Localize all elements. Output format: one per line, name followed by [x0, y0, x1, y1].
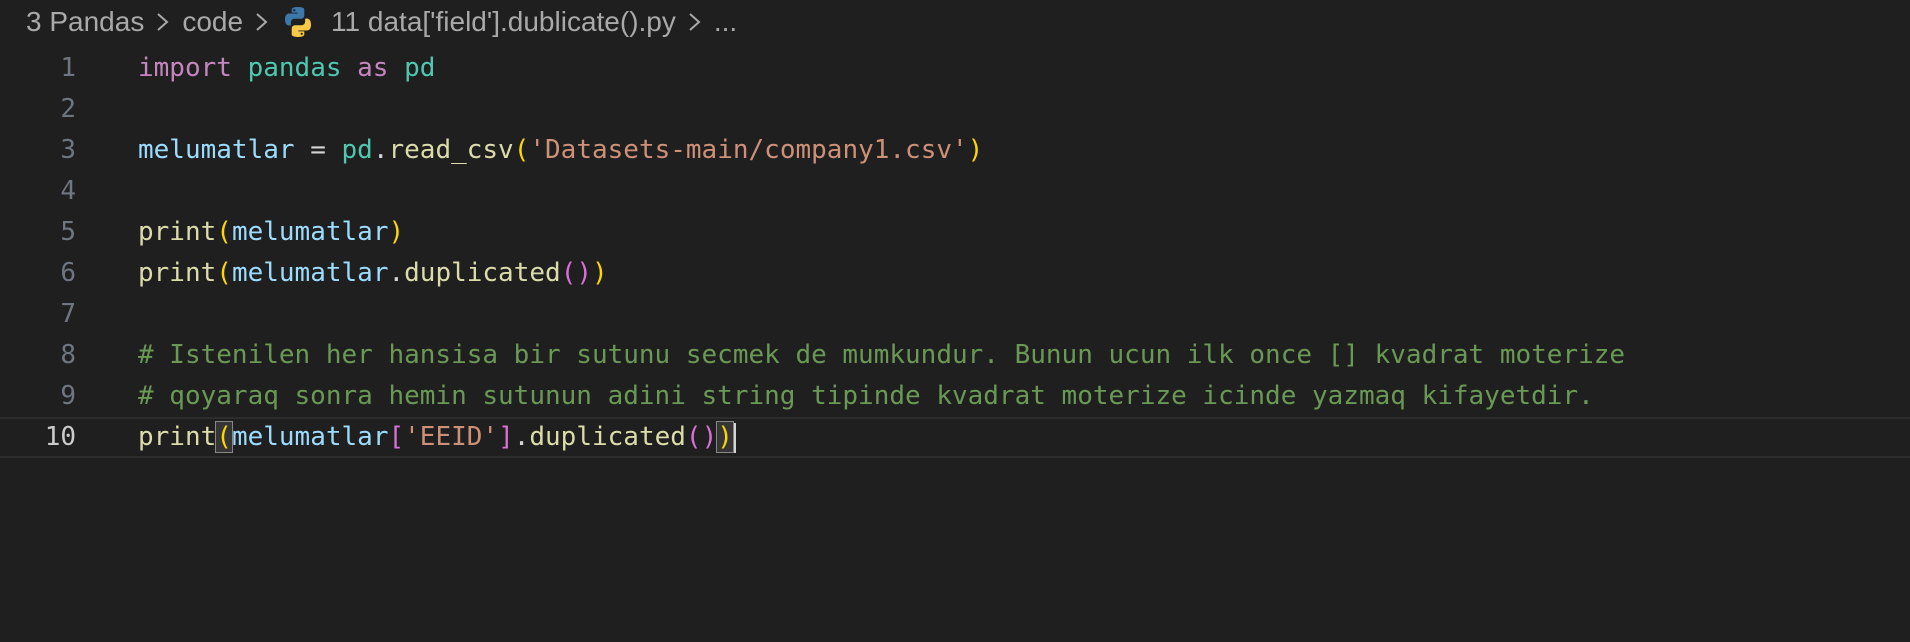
code-token: melumatlar: [231, 217, 389, 247]
python-icon: [281, 5, 315, 39]
code-token: (: [216, 217, 232, 247]
code-token: ): [716, 421, 734, 453]
code-line[interactable]: 1 import pandas as pd: [0, 48, 1910, 89]
breadcrumb-folder-code[interactable]: code: [182, 6, 243, 38]
line-number: 2: [60, 94, 76, 124]
line-number: 1: [60, 53, 76, 83]
code-token: .: [513, 422, 530, 452]
chevron-right-icon: [146, 7, 180, 37]
code-token: ): [967, 135, 984, 165]
code-token: ]: [498, 422, 514, 452]
code-token: pandas: [247, 53, 342, 83]
code-token: melumatlar: [231, 258, 389, 288]
line-number: 9: [60, 381, 76, 411]
text-cursor: [733, 422, 736, 453]
code-text[interactable]: # qoyaraq sonra hemin sutunun adini stri…: [138, 376, 1594, 417]
code-token: (: [216, 258, 232, 288]
line-number: 7: [60, 299, 76, 329]
code-token: duplicated: [404, 258, 561, 288]
code-token: read_csv: [388, 135, 514, 165]
code-line[interactable]: 6 print(melumatlar.duplicated()): [0, 253, 1910, 294]
breadcrumb-file-name[interactable]: 11 data['field'].dublicate().py: [331, 6, 676, 38]
code-line[interactable]: 4: [0, 171, 1910, 212]
code-token: [: [388, 422, 405, 452]
chevron-right-icon: [245, 7, 279, 37]
code-token: import: [138, 53, 232, 83]
code-token: pd: [404, 53, 436, 83]
code-text[interactable]: melumatlar = pd.read_csv('Datasets-main/…: [138, 130, 983, 171]
code-token: ): [592, 258, 608, 288]
code-token: melumatlar: [138, 135, 295, 165]
code-token: duplicated: [529, 422, 686, 452]
chevron-right-icon: [678, 7, 712, 37]
code-line[interactable]: 5 print(melumatlar): [0, 212, 1910, 253]
code-text[interactable]: print(melumatlar.duplicated()): [138, 253, 608, 294]
line-number: 10: [44, 422, 76, 452]
code-text[interactable]: print(melumatlar['EEID'].duplicated()): [138, 419, 736, 456]
code-token: print: [138, 258, 217, 288]
line-number: 5: [60, 217, 76, 247]
code-editor[interactable]: 1 import pandas as pd 2 3 melumatlar = pd.re…: [0, 48, 1910, 458]
code-line[interactable]: 8 # Istenilen her hansisa bir sutunu secm…: [0, 335, 1910, 376]
code-token: 'Datasets-main/company1.csv': [529, 135, 968, 165]
code-token: print: [138, 217, 217, 247]
line-number: 3: [60, 135, 76, 165]
code-token: ): [388, 217, 405, 247]
code-token: pd: [341, 135, 373, 165]
code-token: (): [560, 258, 592, 288]
breadcrumb-symbols-ellipsis[interactable]: ...: [714, 6, 737, 38]
code-token: .: [388, 258, 405, 288]
line-number: 6: [60, 258, 76, 288]
code-token: (: [215, 421, 233, 453]
code-line[interactable]: 10 print(melumatlar['EEID'].duplicated()): [0, 417, 1910, 458]
line-number: 4: [60, 176, 76, 206]
code-line[interactable]: 2: [0, 89, 1910, 130]
code-token: melumatlar: [231, 422, 389, 452]
breadcrumb: 3 Pandas code 11 data['field'].dublicate…: [26, 0, 737, 44]
code-token: .: [372, 135, 389, 165]
code-line[interactable]: 9 # qoyaraq sonra hemin sutunun adini str…: [0, 376, 1910, 417]
code-token: as: [357, 53, 389, 83]
code-line[interactable]: 3 melumatlar = pd.read_csv('Datasets-main…: [0, 130, 1910, 171]
code-line[interactable]: 7: [0, 294, 1910, 335]
code-token: print: [138, 422, 217, 452]
breadcrumb-folder-3-pandas[interactable]: 3 Pandas: [26, 6, 144, 38]
code-text[interactable]: import pandas as pd: [138, 48, 435, 89]
code-token: (): [685, 422, 718, 452]
code-token: =: [294, 135, 342, 165]
code-token: 'EEID': [404, 422, 499, 452]
code-token: (: [513, 135, 530, 165]
line-number: 8: [60, 340, 76, 370]
code-token: # Istenilen her hansisa bir sutunu secme…: [138, 340, 1626, 370]
code-token: # qoyaraq sonra hemin sutunun adini stri…: [138, 381, 1594, 411]
code-text[interactable]: # Istenilen her hansisa bir sutunu secme…: [138, 335, 1625, 376]
code-text[interactable]: print(melumatlar): [138, 212, 404, 253]
